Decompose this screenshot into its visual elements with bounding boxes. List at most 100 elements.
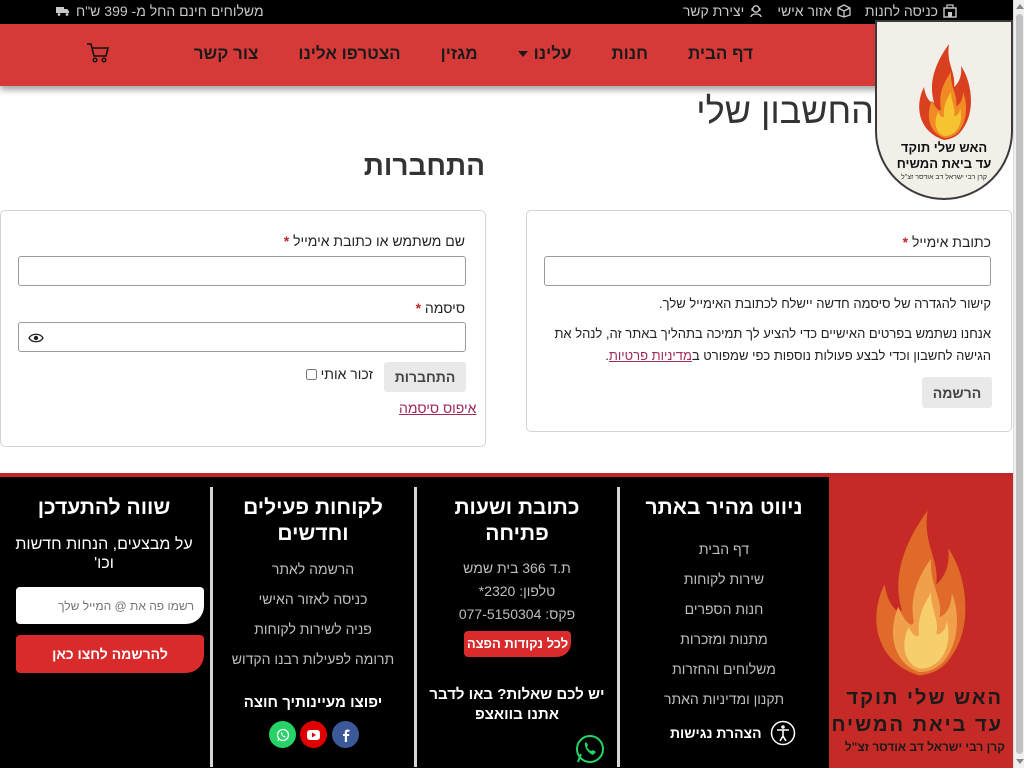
nav-item-label: דף הבית — [688, 44, 753, 63]
top-links: כניסה לחנות אזור אישי יצירת קשר — [683, 3, 957, 19]
footer-logo-line-3: קרן רבי ישראל דב אודסר זצ"ל — [844, 740, 1005, 754]
footer-clients: לקוחות פעילים וחדשים הרשמה לאתר כניסה לא… — [214, 487, 412, 767]
login-form: שם משתמש או כתובת אימייל * סיסמה * התחבר… — [0, 210, 486, 447]
newsletter-email-input[interactable] — [16, 587, 204, 624]
facebook-icon[interactable] — [332, 721, 359, 748]
required-mark: * — [902, 234, 909, 250]
clients-list: הרשמה לאתר כניסה לאזור האישי פניה לשירות… — [214, 554, 412, 674]
quick-nav-item[interactable]: משלוחים והחזרות — [620, 654, 828, 684]
newsletter-title: שווה להתעדכן — [37, 496, 171, 519]
show-password-eye-icon[interactable] — [28, 333, 44, 343]
personal-area-label: אזור אישי — [777, 3, 832, 19]
nav-item-store[interactable]: חנות — [591, 44, 668, 64]
required-mark: * — [283, 233, 290, 249]
scroll-thumb[interactable] — [1016, 14, 1023, 754]
flame-logo-icon — [919, 44, 971, 140]
scroll-down-arrow[interactable] — [1016, 759, 1024, 764]
newsletter-submit-button[interactable]: להרשמה לחצו כאן — [16, 635, 204, 673]
contact-label: יצירת קשר — [682, 3, 745, 19]
phone-line: טלפון: 2320* — [478, 583, 556, 599]
newsletter-subtitle: על מבצעים, הנחות חדשות וכו' — [15, 536, 193, 572]
accessibility-link[interactable]: הצהרת נגישות — [670, 720, 796, 746]
remember-me-checkbox[interactable] — [305, 368, 317, 380]
register-email-input[interactable] — [544, 256, 991, 286]
shipping-notice: משלוחים חינם החל מ- 399 ש"ח — [56, 3, 264, 19]
nav-items: דף הבית חנות עלינו מגזין הצטרפו אלינו צו… — [174, 44, 773, 64]
footer-address: כתובת ושעות פתיחה ת.ד 366 בית שמש טלפון:… — [418, 487, 616, 767]
login-title: התחברות — [363, 150, 485, 181]
logo-line-3: קרן רבי ישראל דב אודסר זצ"ל — [901, 174, 987, 181]
store-entry-link[interactable]: כניסה לחנות — [865, 3, 957, 19]
clients-item[interactable]: פניה לשירות לקוחות — [214, 614, 412, 644]
login-button[interactable]: התחברות — [384, 362, 466, 392]
nav-item-label: מגזין — [440, 44, 478, 63]
shipping-text: משלוחים חינם החל מ- 399 ש"ח — [76, 3, 264, 19]
top-bar: כניסה לחנות אזור אישי יצירת קשר משלוחים … — [0, 0, 1013, 24]
page-scrollbar[interactable] — [1013, 0, 1024, 768]
youtube-icon[interactable] — [300, 721, 327, 748]
logo-line-1: האש שלי תוקד — [900, 140, 988, 155]
quick-nav-item[interactable]: חנות הספרים — [620, 594, 828, 624]
quick-nav-item[interactable]: מתנות ומזכרות — [620, 624, 828, 654]
store-icon — [943, 4, 957, 18]
quick-nav-item[interactable]: תקנון ומדיניות האתר — [620, 684, 828, 714]
site-logo[interactable]: האש שלי תוקד עד ביאת המשיח קרן רבי ישראל… — [875, 20, 1013, 200]
register-form: כתובת אימייל * קישור להגדרה של סיסמה חדש… — [526, 210, 1012, 432]
login-username-label: שם משתמש או כתובת אימייל * — [283, 233, 465, 249]
footer-logo-line-1: האש שלי תוקד — [846, 687, 1003, 709]
address-line: ת.ד 366 בית שמש — [463, 560, 571, 576]
truck-icon — [56, 7, 69, 16]
page-title: החשבון שלי — [696, 90, 874, 131]
accessibility-icon — [770, 720, 795, 746]
privacy-policy-link[interactable]: מדיניות פרטיות — [609, 348, 692, 363]
login-username-input[interactable] — [18, 256, 466, 286]
support-icon — [750, 5, 762, 18]
footer-quick-nav: ניווט מהיר באתר דף הבית שירות לקוחות חנו… — [620, 487, 828, 767]
accessibility-label: הצהרת נגישות — [670, 725, 762, 741]
nav-item-label: חנות — [611, 44, 649, 63]
quick-nav-list: דף הבית שירות לקוחות חנות הספרים מתנות ו… — [620, 534, 828, 714]
footer-flame-icon — [876, 510, 966, 676]
footer-logo-line-2: עד ביאת המשיח — [831, 714, 1003, 736]
box-icon — [837, 4, 851, 18]
register-privacy-note: אנחנו נשתמש בפרטים האישיים כדי להציע לך … — [554, 326, 991, 363]
quick-nav-item[interactable]: שירות לקוחות — [620, 564, 828, 594]
nav-item-label: הצטרפו אלינו — [298, 44, 401, 63]
nav-item-about[interactable]: עלינו — [498, 44, 592, 64]
clients-item[interactable]: כניסה לאזור האישי — [214, 584, 412, 614]
whatsapp-cta: יש לכם שאלות? באו לדבר אתנו בוואצפ — [429, 686, 605, 723]
contact-link[interactable]: יצירת קשר — [683, 3, 763, 19]
login-password-input[interactable] — [18, 322, 466, 352]
nav-item-label: עלינו — [533, 44, 572, 63]
remember-me[interactable]: זכור אותי — [305, 366, 373, 382]
footer-logo: האש שלי תוקד עד ביאת המשיח קרן רבי ישראל… — [829, 477, 1013, 768]
nav-item-join[interactable]: הצטרפו אלינו — [278, 44, 420, 64]
cart-icon[interactable] — [86, 42, 110, 64]
caret-down-icon — [517, 51, 528, 57]
address-lines: ת.ד 366 בית שמש טלפון: 2320* פקס: 077-51… — [418, 557, 616, 626]
personal-area-link[interactable]: אזור אישי — [777, 3, 851, 19]
lost-password-link[interactable]: איפוס סיסמה — [399, 400, 476, 416]
quick-nav-title: ניווט מהיר באתר — [645, 496, 803, 519]
quick-nav-item[interactable]: דף הבית — [620, 534, 828, 564]
address-title: כתובת ושעות פתיחה — [454, 496, 580, 545]
logo-line-2: עד ביאת המשיח — [896, 156, 992, 171]
distribution-points-button[interactable]: לכל נקודות הפצה — [464, 631, 571, 657]
footer-divider — [210, 487, 213, 767]
whatsapp-social-icon[interactable] — [269, 721, 296, 748]
scroll-up-arrow[interactable] — [1016, 4, 1024, 9]
clients-item[interactable]: תרומה לפעילות רבנו הקדוש — [214, 644, 412, 674]
register-button[interactable]: הרשמה — [922, 377, 992, 408]
footer-newsletter: שווה להתעדכן על מבצעים, הנחות חדשות וכו'… — [0, 487, 208, 767]
footer-divider — [617, 487, 620, 767]
nav-item-home[interactable]: דף הבית — [668, 44, 773, 64]
whatsapp-icon[interactable] — [574, 733, 606, 765]
footer-divider — [414, 487, 417, 767]
fax-line: פקס: 077-5150304 — [458, 606, 576, 622]
main-nav: דף הבית חנות עלינו מגזין הצטרפו אלינו צו… — [0, 24, 1013, 86]
nav-item-contact[interactable]: צור קשר — [174, 44, 279, 64]
store-entry-label: כניסה לחנות — [864, 3, 938, 19]
login-password-label: סיסמה * — [415, 300, 465, 316]
clients-item[interactable]: הרשמה לאתר — [214, 554, 412, 584]
nav-item-magazine[interactable]: מגזין — [421, 44, 498, 64]
